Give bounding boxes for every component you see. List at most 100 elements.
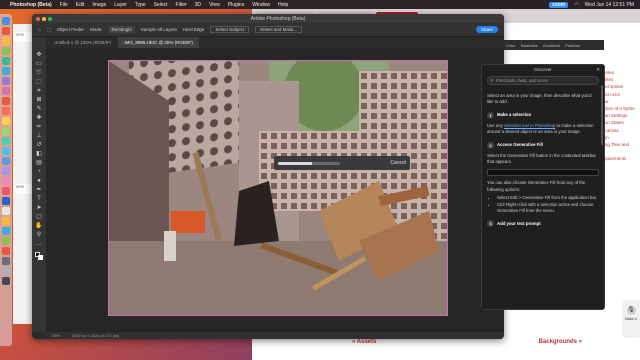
notification[interactable]: AREI [15,184,33,194]
crop-tool-icon[interactable]: ⌗ [35,87,43,95]
history-brush-icon[interactable]: ↺ [35,141,43,149]
nav-link[interactable]: ating Tiles and [600,141,640,148]
photoshop-icon[interactable] [2,197,10,205]
zoom-level[interactable]: 25% [52,333,60,338]
nav-link[interactable]: ation Settings [600,112,640,119]
tab-color[interactable]: Color [506,43,516,48]
object-selection-tool-icon[interactable]: ⬚ [47,27,51,33]
next-link[interactable]: Backgrounds » [539,339,582,345]
tab-swatches[interactable]: Swatches [521,43,538,48]
app-icon[interactable] [2,147,10,155]
discover-search-input[interactable]: ⚲ Find tools, help, and more [487,76,599,85]
gradient-tool-icon[interactable]: ▤ [35,159,43,167]
menu-app-name[interactable]: Photoshop (Beta) [10,2,52,8]
background-color[interactable] [38,255,43,260]
color-swatches[interactable] [35,252,43,260]
move-tool-icon[interactable]: ✥ [35,51,43,59]
app-icon[interactable] [2,57,10,65]
nav-link[interactable]: Skin [600,134,640,141]
app-icon[interactable] [2,267,10,275]
nav-link[interactable]: ated sprites [600,83,640,90]
menu-plugins[interactable]: Plugins [228,2,244,8]
nav-link[interactable]: sprites [600,76,640,83]
more-tools-icon[interactable]: … [35,240,43,248]
clock[interactable]: Wed Jun 14 12:51 PM [585,2,634,8]
nav-link[interactable]: ns [600,148,640,155]
app-icon[interactable] [2,77,10,85]
document-image[interactable] [108,60,448,316]
mode-select[interactable]: Rectangle [108,26,135,33]
app-icon[interactable] [2,127,10,135]
close-icon[interactable] [36,16,40,21]
app-icon[interactable] [2,37,10,45]
app-icon[interactable] [2,237,10,245]
minimize-icon[interactable] [42,16,46,21]
app-icon[interactable] [2,117,10,125]
select-subject-button[interactable]: Select Subject [210,26,250,33]
frame-tool-icon[interactable]: ⊠ [35,96,43,104]
canvas-area[interactable]: Cancel [46,48,504,332]
document-tab[interactable]: Untitled-1 @ 100% (RGB/8*) [48,37,118,48]
path-selection-icon[interactable]: ➤ [35,204,43,212]
selection-tool-link[interactable]: selection tool in Photoshop [504,123,555,128]
document-tab-active[interactable]: IMG_8985.HEIC @ 25% (RGB/8*) [118,37,199,48]
trash-icon[interactable] [2,277,10,285]
app-icon[interactable] [2,27,10,35]
wifi-icon[interactable]: ◠ [574,2,578,8]
home-icon[interactable]: ⌂ [38,27,41,32]
discover-scrollbar[interactable] [601,85,603,145]
nav-link[interactable]: ated Actor [600,91,640,98]
finder-icon[interactable] [2,17,10,25]
stamp-tool-icon[interactable]: ⊥ [35,132,43,140]
select-and-mask-button[interactable]: Select and Mask... [255,26,303,33]
lasso-tool-icon[interactable]: ➰ [35,69,43,77]
app-icon[interactable] [2,167,10,175]
nav-link[interactable]: s Canvas [600,127,640,134]
app-icon[interactable] [2,87,10,95]
app-icon[interactable] [2,137,10,145]
nav-link[interactable]: osition of a Sprite [600,105,640,112]
menu-file[interactable]: File [60,2,68,8]
hard-edge-checkbox[interactable]: Hard Edge [183,27,205,32]
menu-view[interactable]: View [209,2,220,8]
blur-tool-icon[interactable]: ◔ [35,168,43,176]
eyedropper-tool-icon[interactable]: ✎ [35,105,43,113]
object-selection-tool-icon[interactable]: ⬚ [35,78,43,86]
pen-tool-icon[interactable]: ✒ [35,186,43,194]
type-tool-icon[interactable]: T [35,195,43,203]
app-icon[interactable] [2,157,10,165]
menu-3d[interactable]: 3D [195,2,201,8]
zoom-control-label[interactable]: Make U [625,317,637,321]
healing-brush-icon[interactable]: ✚ [35,114,43,122]
dodge-tool-icon[interactable]: ● [35,177,43,185]
app-icon[interactable] [2,47,10,55]
eraser-tool-icon[interactable]: ◧ [35,150,43,158]
sample-all-layers-checkbox[interactable]: Sample All Layers [141,27,177,32]
tab-gradients[interactable]: Gradients [543,43,560,48]
nav-link[interactable]: requirements [600,155,640,162]
app-icon[interactable] [2,257,10,265]
tab-patterns[interactable]: Patterns [565,43,580,48]
nav-link[interactable]: ation States [600,119,640,126]
marquee-tool-icon[interactable]: ▭ [35,60,43,68]
menu-image[interactable]: Image [92,2,106,8]
app-icon[interactable] [2,187,10,195]
menu-type[interactable]: Type [135,2,146,8]
menu-select[interactable]: Select [154,2,168,8]
nav-link[interactable]: ditor [600,98,640,105]
app-icon[interactable] [2,97,10,105]
brush-tool-icon[interactable]: ✏ [35,123,43,131]
menu-help[interactable]: Help [278,2,288,8]
notification[interactable]: SPEI [15,32,33,42]
menu-edit[interactable]: Edit [76,2,85,8]
app-icon[interactable] [2,247,10,255]
app-icon[interactable] [2,177,10,185]
cancel-button[interactable]: Cancel [390,160,406,166]
shape-tool-icon[interactable]: ▢ [35,213,43,221]
app-icon[interactable] [2,207,10,215]
prev-link[interactable]: « Assets [352,339,376,345]
zoom-status[interactable]: zoom [549,1,569,8]
app-icon[interactable] [2,227,10,235]
share-button[interactable]: Share [475,26,498,33]
close-icon[interactable]: ✕ [596,65,600,74]
